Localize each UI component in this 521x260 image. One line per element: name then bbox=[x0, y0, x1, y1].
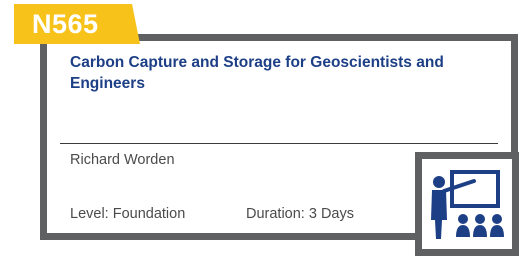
instructor-name: Richard Worden bbox=[70, 152, 175, 168]
course-duration: Duration: 3 Days bbox=[246, 206, 354, 222]
course-title[interactable]: Carbon Capture and Storage for Geoscient… bbox=[70, 52, 490, 94]
course-code-badge: N565 bbox=[14, 4, 140, 44]
teacher-presentation-icon bbox=[431, 170, 504, 239]
classroom-icon-box bbox=[415, 152, 519, 256]
divider bbox=[60, 143, 498, 144]
course-level: Level: Foundation bbox=[70, 206, 186, 222]
